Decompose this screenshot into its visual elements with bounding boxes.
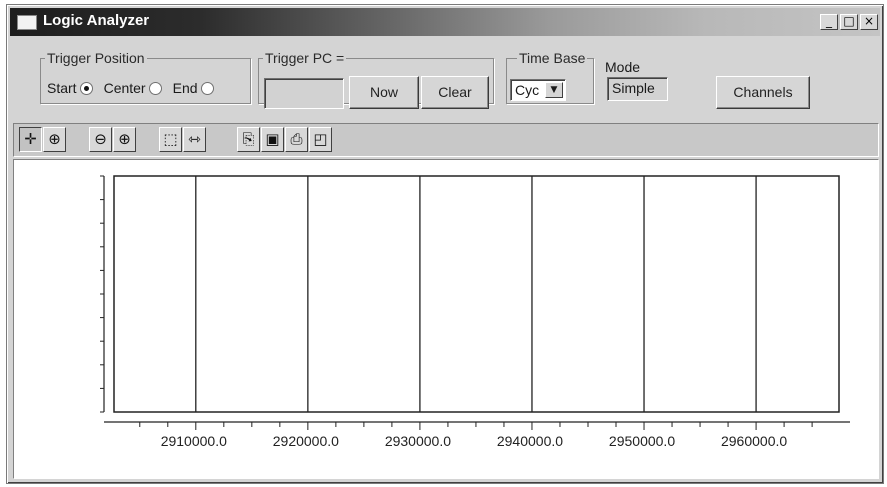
time-base-label: Time Base — [519, 50, 586, 66]
toolbar: ✛ ⊕ ⊖ ⊕ ⬚ ⇿ ⎘ ▣ ⎙ ◰ — [13, 123, 879, 157]
radio-end[interactable] — [200, 81, 214, 95]
mode-value: Simple — [612, 80, 655, 96]
select-region-icon[interactable]: ⬚ — [159, 127, 182, 152]
trigger-position-options: Start Center End — [47, 80, 214, 96]
radio-start[interactable] — [79, 81, 93, 95]
time-base-select[interactable]: Cyc ▼ — [510, 79, 566, 101]
trigger-pc-label: Trigger PC = — [265, 50, 345, 66]
chevron-down-icon[interactable]: ▼ — [545, 82, 563, 98]
print-icon[interactable]: ⎙ — [285, 127, 308, 152]
zoom-out-icon[interactable]: ⊖ — [89, 127, 112, 152]
print-preview-icon[interactable]: ◰ — [309, 127, 332, 152]
fit-icon[interactable]: ⇿ — [183, 127, 206, 152]
time-base-value: Cyc — [515, 82, 540, 98]
pan-icon[interactable]: ✛ — [19, 127, 42, 152]
waveform-chart: 2910000.0 2920000.0 2930000.0 2940000.0 2950… — [100, 175, 850, 449]
copy-icon[interactable]: ⎘ — [237, 127, 260, 152]
x-tick-label: 2910000.0 — [161, 433, 227, 449]
clear-button[interactable]: Clear — [421, 76, 489, 109]
mode-label: Mode — [605, 59, 641, 75]
x-tick-label: 2950000.0 — [609, 433, 675, 449]
x-tick-label: 2920000.0 — [273, 433, 339, 449]
control-panel: Trigger Position Start Center End Trigge… — [10, 38, 880, 120]
radio-end-label: End — [172, 80, 198, 96]
trigger-pc-field[interactable] — [264, 78, 344, 109]
title-bar[interactable]: Logic Analyzer _ □ × — [10, 8, 880, 36]
radio-start-label: Start — [47, 80, 77, 96]
minimize-button[interactable]: _ — [820, 14, 838, 30]
now-button[interactable]: Now — [349, 76, 419, 109]
radio-center[interactable] — [148, 81, 162, 95]
mode-field: Simple — [607, 77, 668, 101]
trigger-position-label: Trigger Position — [47, 50, 145, 66]
x-tick-label: 2930000.0 — [385, 433, 451, 449]
radio-center-label: Center — [103, 80, 146, 96]
maximize-button[interactable]: □ — [840, 14, 858, 30]
trigger-position-group: Trigger Position Start Center End — [40, 50, 251, 104]
plot-frame — [113, 175, 840, 413]
waveform-plot[interactable]: 2910000.0 2920000.0 2930000.0 2940000.0 2950… — [13, 159, 879, 479]
channels-button[interactable]: Channels — [716, 76, 810, 109]
app-icon — [17, 15, 37, 30]
x-tick-label: 2960000.0 — [721, 433, 787, 449]
x-tick-label: 2940000.0 — [497, 433, 563, 449]
window-title: Logic Analyzer — [43, 12, 150, 29]
zoom-region-icon[interactable]: ⊕ — [43, 127, 66, 152]
logic-analyzer-window: Logic Analyzer _ □ × Trigger Position St… — [6, 4, 884, 484]
close-button[interactable]: × — [860, 14, 878, 30]
save-icon[interactable]: ▣ — [261, 127, 284, 152]
zoom-in-icon[interactable]: ⊕ — [113, 127, 136, 152]
